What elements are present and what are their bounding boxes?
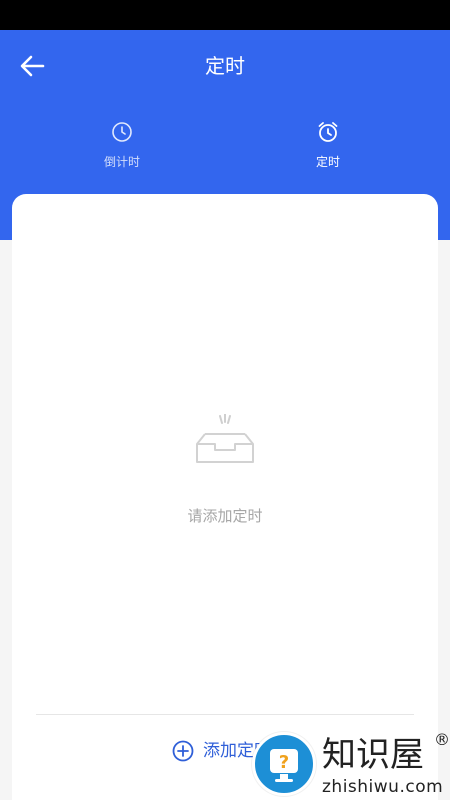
empty-state: 请添加定时 (12, 414, 438, 526)
divider (36, 714, 414, 715)
plus-circle-icon (172, 740, 194, 762)
tab-countdown[interactable]: 倒计时 (62, 120, 182, 190)
status-bar (0, 0, 450, 30)
clock-icon (112, 122, 132, 142)
empty-inbox-icon (196, 414, 254, 463)
tab-countdown-label: 倒计时 (103, 155, 140, 169)
watermark-logo: ? (252, 732, 316, 796)
tab-timer[interactable]: 定时 (268, 120, 388, 190)
tab-timer-label: 定时 (315, 155, 340, 169)
tab-bar: 倒计时 定时 (0, 120, 450, 190)
empty-state-text: 请添加定时 (187, 507, 263, 525)
watermark-domain: zhishiwu.com (322, 777, 444, 797)
help-monitor-icon: ? (270, 749, 298, 782)
alarm-clock-icon (318, 122, 338, 142)
page-title: 定时 (205, 54, 245, 78)
watermark: ? 知识屋 ® zhishiwu.com (250, 730, 450, 800)
content-card: 请添加定时 添加定时 (12, 194, 438, 800)
watermark-registered: ® (434, 730, 450, 749)
svg-text:?: ? (279, 752, 289, 773)
watermark-text: 知识屋 (322, 735, 424, 775)
